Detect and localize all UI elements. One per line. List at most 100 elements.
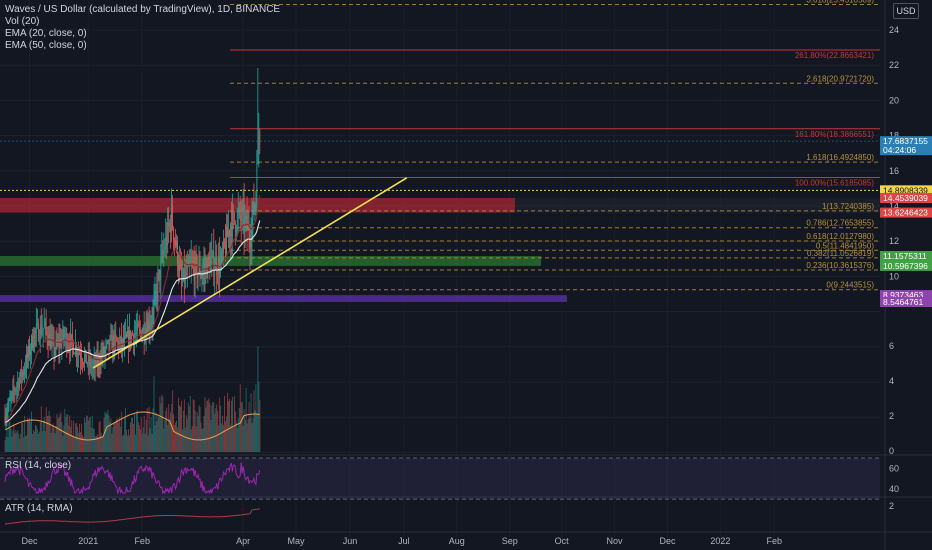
volume-bar [175, 422, 177, 452]
volume-bar [23, 437, 25, 452]
candle-body [59, 339, 61, 347]
indicator-vol[interactable]: Vol (20) [5, 16, 280, 28]
volume-bar [33, 430, 34, 452]
candle-body [167, 221, 169, 246]
volume-bar [47, 415, 49, 452]
candle-body [193, 265, 195, 282]
candle-body [58, 340, 60, 347]
candle-body [172, 205, 173, 228]
volume-bar [241, 401, 243, 452]
fib-label: 0.786(12.7653855) [806, 219, 874, 228]
volume-bar [126, 429, 128, 452]
symbol-title: Waves / US Dollar (calculated by Trading… [5, 4, 281, 15]
time-axis-label: Jul [398, 536, 410, 546]
candle-body [150, 323, 152, 327]
volume-bar [141, 433, 143, 452]
volume-bar [79, 423, 80, 452]
time-axis-label: 2021 [78, 536, 98, 546]
chart-canvas[interactable]: 0(9.2443515)0.236(10.3615376)0.382(11.05… [0, 0, 932, 550]
candle-body [195, 257, 197, 260]
candle-body [259, 132, 261, 142]
volume-bar [83, 418, 85, 452]
volume-bar [169, 418, 171, 452]
candle-body [134, 333, 136, 335]
candle-body [91, 366, 93, 369]
volume-bar [215, 408, 217, 452]
volume-bar [39, 421, 41, 452]
volume-bar [188, 406, 190, 452]
volume-bar [5, 436, 7, 452]
candle-body [142, 326, 144, 334]
candle-body [102, 346, 104, 357]
volume-bar [224, 395, 226, 452]
volume-bar [4, 440, 6, 452]
price-axis-label-countdown: 04:24:06 [883, 145, 916, 155]
candle-body [92, 365, 94, 367]
candle-body [17, 381, 19, 386]
indicator-ema50[interactable]: EMA (50, close, 0) [5, 40, 280, 52]
volume-bar [155, 412, 157, 452]
candle-body [232, 210, 233, 237]
volume-bar [29, 417, 30, 452]
price-axis-tick: 24 [889, 25, 899, 35]
volume-bar [80, 432, 81, 452]
candle-body [103, 346, 105, 354]
candle-body [247, 225, 249, 231]
volume-bar [125, 407, 127, 452]
time-axis-label: 2022 [710, 536, 730, 546]
volume-bar [139, 429, 141, 452]
volume-bar [159, 396, 161, 452]
candle-body [173, 227, 174, 240]
candle-body [179, 263, 180, 272]
volume-bar [258, 381, 260, 452]
candle-body [252, 202, 254, 220]
time-axis-label: Apr [236, 536, 250, 546]
candle-body [33, 344, 34, 349]
rsi-label[interactable]: RSI (14, close) [5, 460, 71, 471]
volume-bar [160, 403, 162, 452]
volume-bar [213, 402, 215, 452]
time-axis-label: Sep [502, 536, 518, 546]
candle-body [184, 271, 186, 284]
volume-bar [74, 436, 76, 452]
candle-body [202, 270, 204, 276]
candle-body [196, 259, 198, 279]
volume-bar [51, 425, 53, 452]
candle-body [94, 359, 96, 367]
indicator-ema20[interactable]: EMA (20, close, 0) [5, 28, 280, 40]
volume-bar [48, 410, 50, 452]
candle-body [183, 268, 185, 284]
candle-body [250, 241, 252, 248]
volume-bar [209, 403, 211, 452]
candle-body [30, 350, 31, 355]
currency-badge[interactable]: USD [893, 3, 919, 19]
volume-bar [236, 427, 238, 452]
volume-bar [130, 422, 131, 452]
candle-body [223, 240, 224, 253]
volume-bar [117, 418, 119, 452]
volume-bar [106, 413, 108, 452]
candle-body [110, 335, 112, 338]
volume-bar [61, 421, 63, 452]
atr-label[interactable]: ATR (14, RMA) [5, 503, 73, 514]
candle-body [139, 327, 141, 331]
volume-bar [170, 411, 172, 452]
volume-bar [99, 420, 101, 452]
candle-body [120, 336, 121, 342]
candle-body [74, 353, 75, 355]
rsi-tick: 40 [889, 484, 899, 494]
candle-body [65, 332, 67, 337]
volume-bar [238, 407, 240, 452]
candle-body [67, 345, 69, 349]
volume-bar [116, 419, 118, 452]
candle-body [238, 206, 240, 212]
volume-axis-tick: 2 [889, 411, 894, 421]
candle-body [89, 359, 91, 365]
volume-bar [183, 399, 185, 452]
candle-body [25, 369, 26, 371]
volume-bar [210, 419, 212, 452]
candle-body [128, 330, 129, 348]
candle-body [14, 390, 16, 392]
volume-bar [152, 408, 154, 452]
candle-body [129, 330, 130, 348]
